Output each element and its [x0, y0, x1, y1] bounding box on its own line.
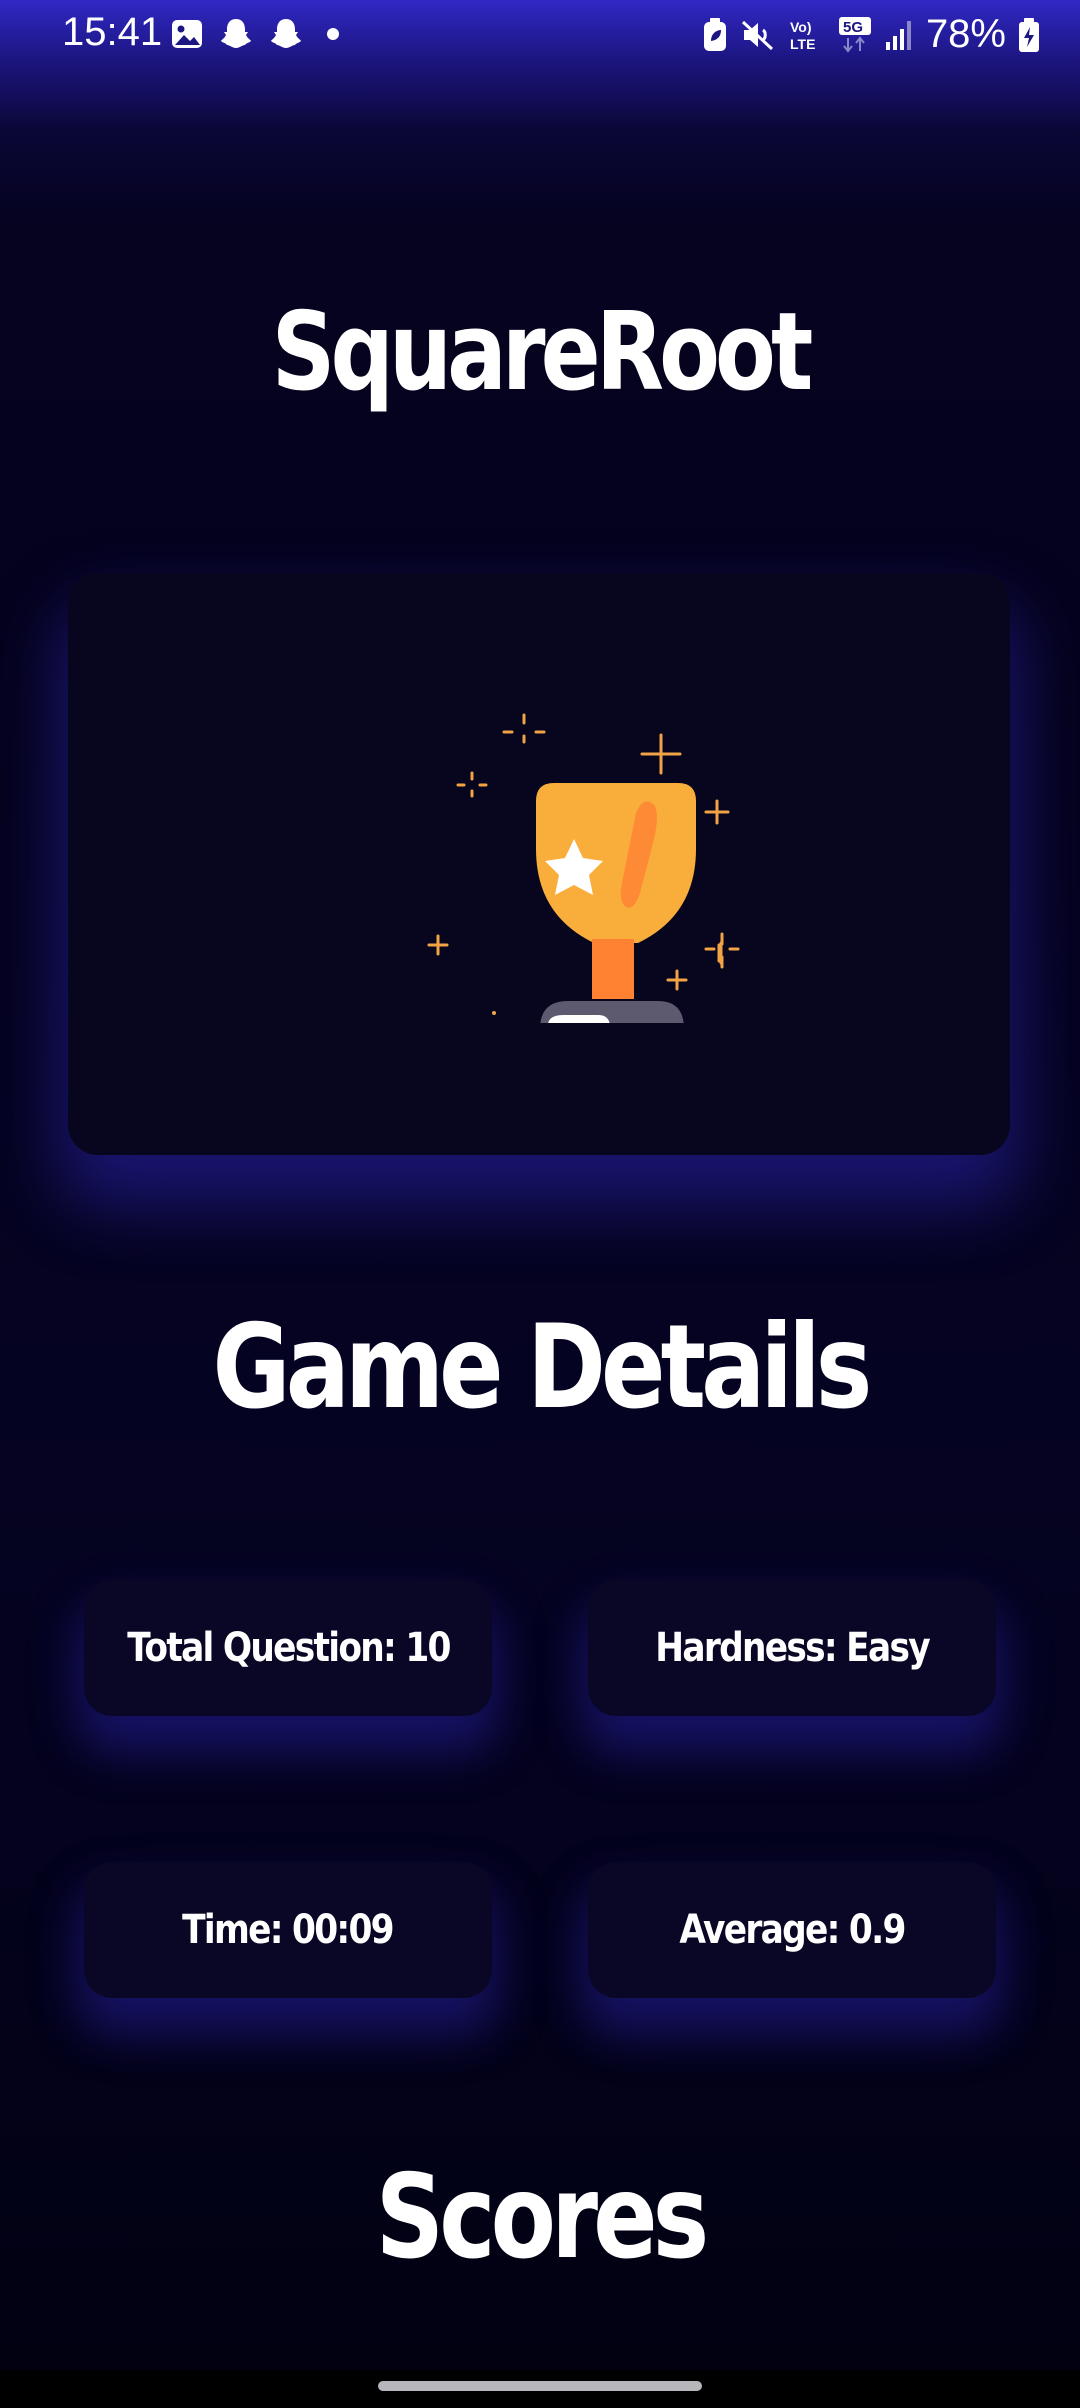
status-time: 15:41: [62, 10, 163, 54]
status-notification-icons: [170, 16, 348, 52]
total-question-label: Total Question: 10: [126, 1625, 451, 1671]
average-label: Average: 0.9: [679, 1907, 906, 1953]
hardness-card: Hardness: Easy: [588, 1580, 996, 1716]
game-details-heading: Game Details: [212, 1300, 873, 1435]
battery-charging-icon: [1018, 17, 1040, 53]
status-bar: 15:41 Vo) LTE 5G 78%: [0, 0, 1080, 70]
home-indicator[interactable]: [378, 2381, 702, 2391]
trophy-icon: [408, 643, 808, 1061]
volte-icon: Vo) LTE: [788, 17, 826, 53]
svg-text:LTE: LTE: [790, 36, 815, 52]
total-question-card: Total Question: 10: [84, 1580, 492, 1716]
average-card: Average: 0.9: [588, 1862, 996, 1998]
snapchat-icon: [268, 16, 304, 52]
trophy-card: [68, 573, 1010, 1155]
5g-icon: 5G: [838, 16, 872, 54]
snapchat-icon: [218, 16, 254, 52]
time-card: Time: 00:09: [84, 1862, 492, 1998]
signal-icon: [884, 18, 914, 52]
app-screen: 15:41 Vo) LTE 5G 78% SquareRoot Game Det…: [0, 0, 1080, 2370]
dot-icon: [318, 24, 348, 44]
scores-heading: Scores: [375, 2150, 710, 2285]
status-system-icons: Vo) LTE 5G 78%: [702, 12, 1040, 57]
svg-text:5G: 5G: [843, 19, 863, 36]
mute-icon: [740, 17, 776, 53]
app-title: SquareRoot: [271, 290, 814, 415]
battery-percent: 78%: [925, 12, 1006, 56]
battery-saver-icon: [702, 17, 728, 53]
gallery-icon: [170, 17, 204, 51]
svg-text:Vo): Vo): [790, 19, 812, 35]
hardness-label: Hardness: Easy: [655, 1625, 930, 1671]
time-label: Time: 00:09: [182, 1907, 395, 1953]
